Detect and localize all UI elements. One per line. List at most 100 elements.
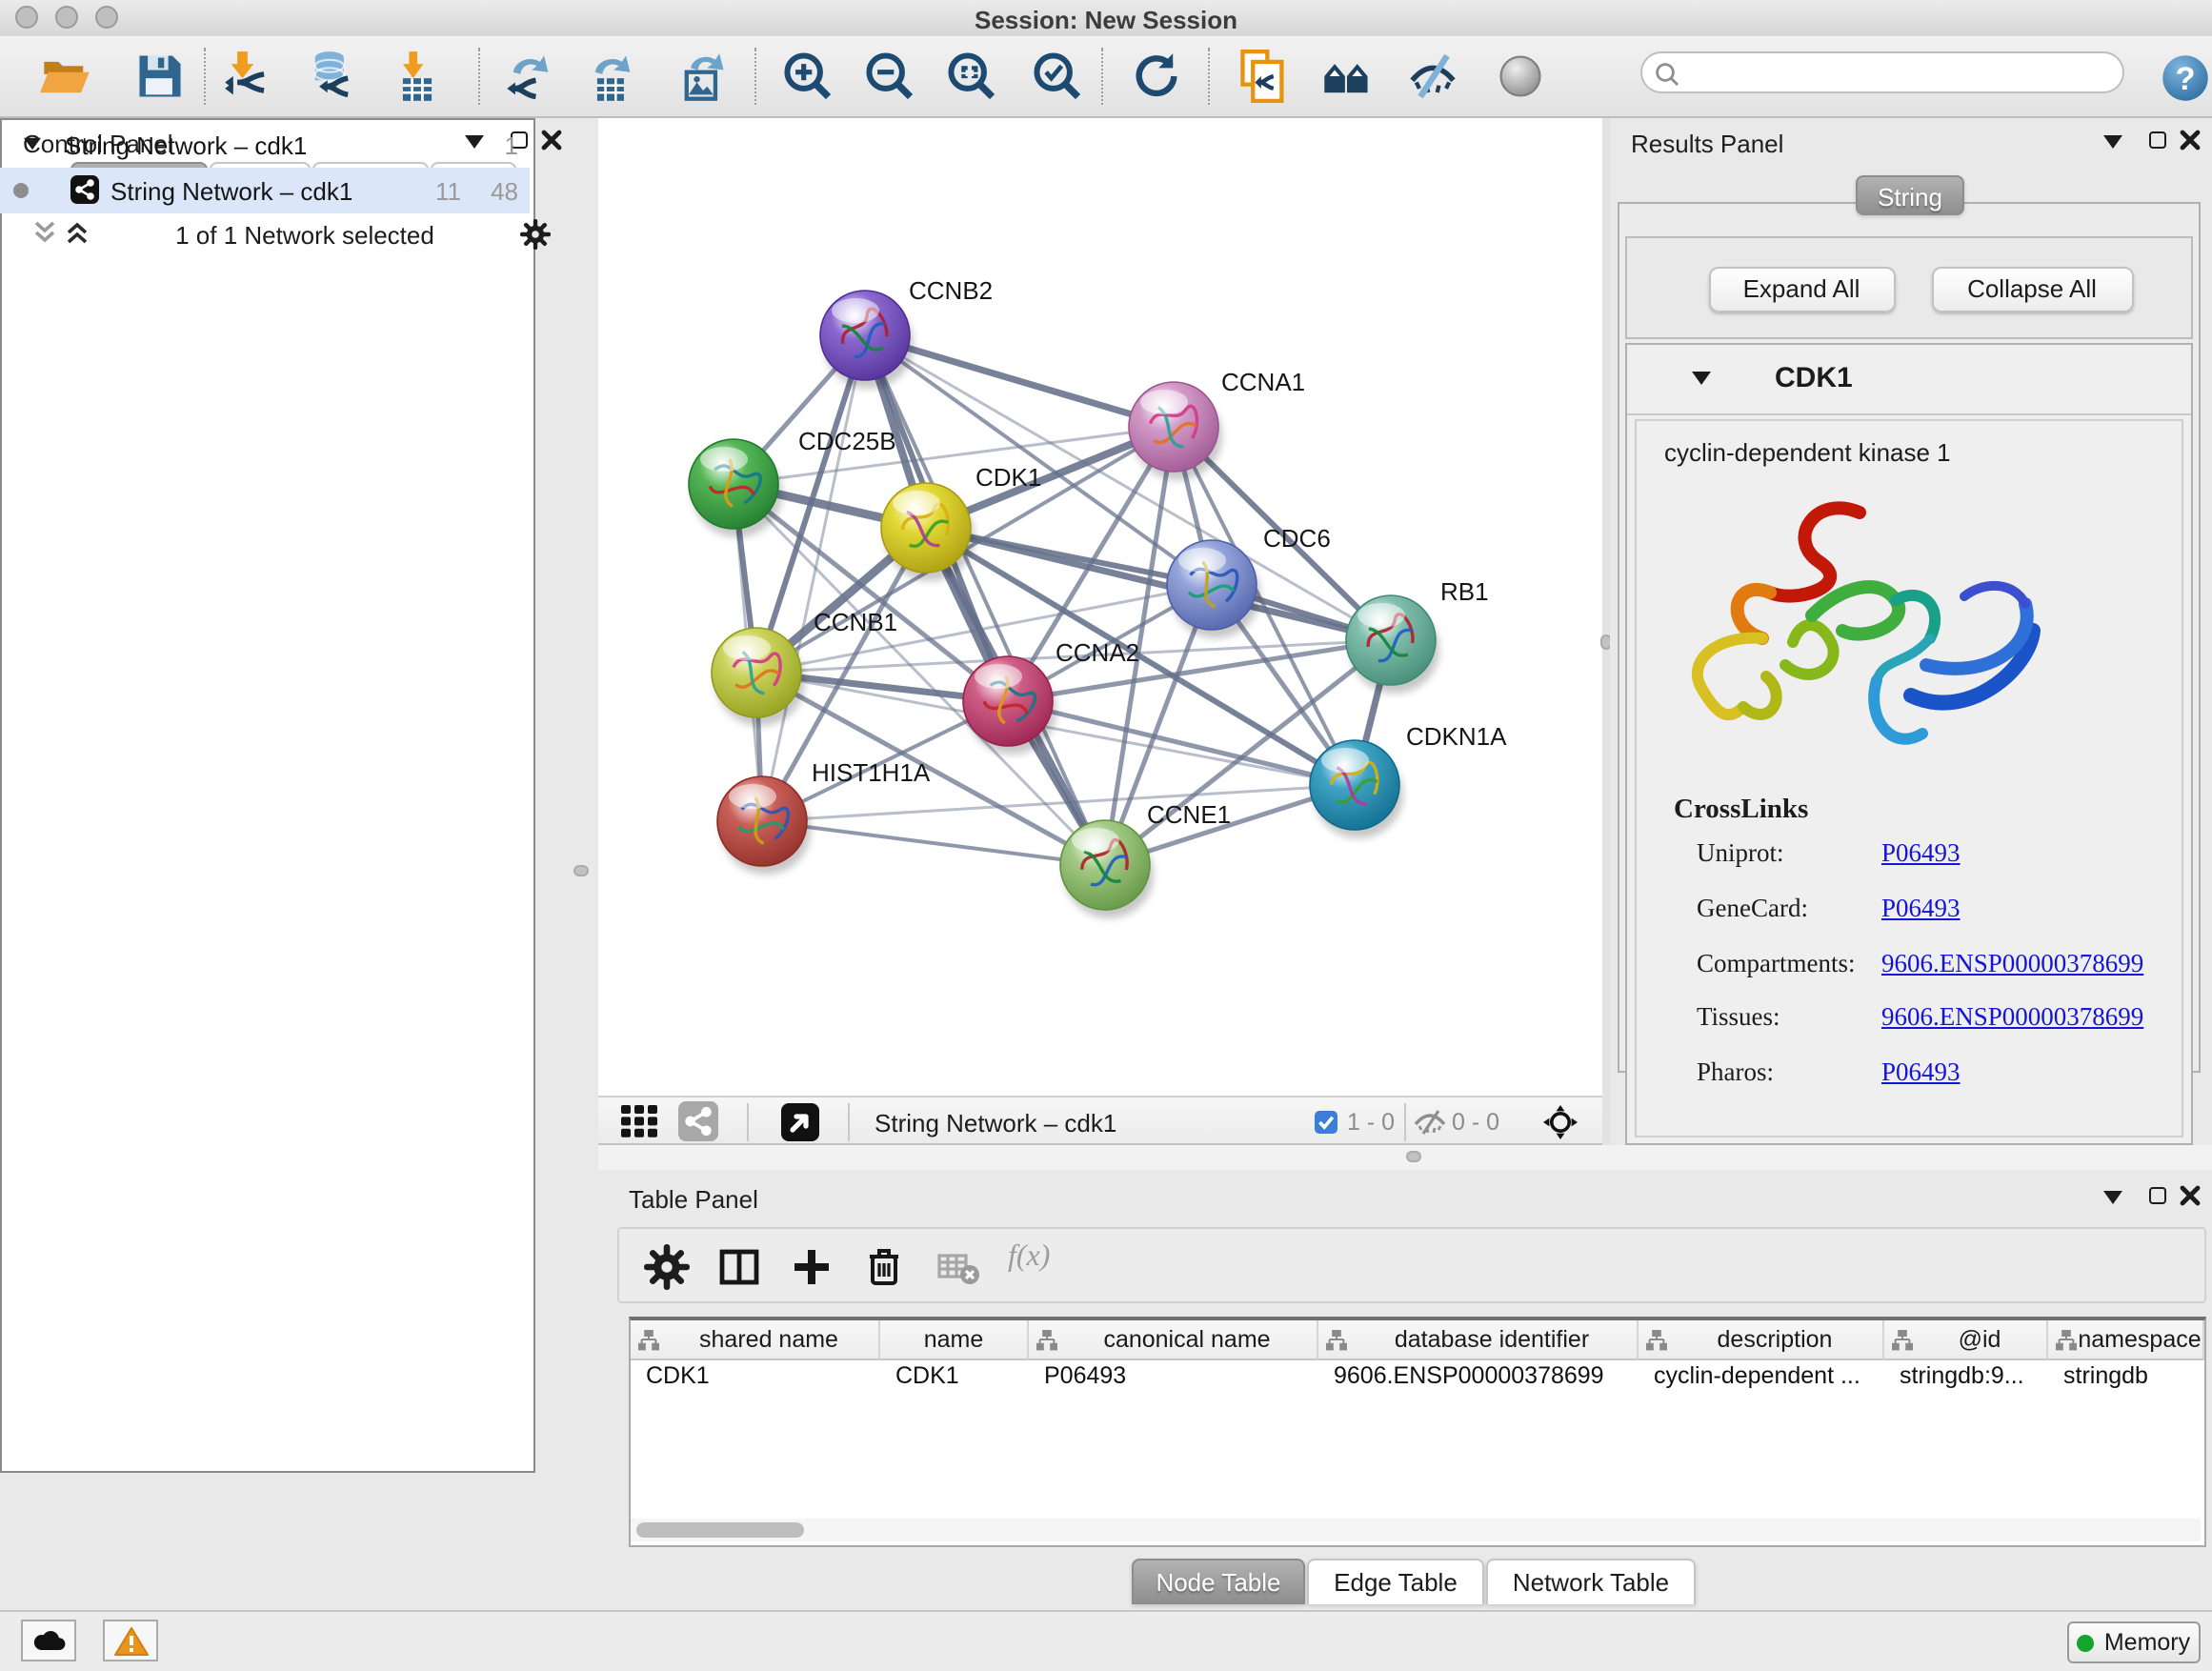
tab-network-table[interactable]: Network Table bbox=[1486, 1559, 1696, 1604]
viewbar-separator bbox=[848, 1103, 850, 1141]
gene-expand-icon[interactable] bbox=[1691, 372, 1710, 385]
node-table-header[interactable]: shared namenamecanonical namedatabase id… bbox=[631, 1320, 2204, 1360]
export-table-icon[interactable] bbox=[585, 50, 638, 103]
gene-section-body: cyclin-dependent kinase 1 bbox=[1634, 419, 2182, 1137]
crosslink-tissues-link[interactable]: 9606.ENSP00000378699 bbox=[1881, 1002, 2143, 1033]
table-cell[interactable]: stringdb:9... bbox=[1884, 1360, 2048, 1393]
add-column-icon[interactable] bbox=[789, 1244, 835, 1290]
tab-string[interactable]: String bbox=[1856, 175, 1964, 215]
control-panel-splitter[interactable] bbox=[564, 118, 598, 1610]
panel-float-icon[interactable] bbox=[2149, 1187, 2166, 1204]
panel-menu-icon[interactable] bbox=[2103, 135, 2122, 149]
panel-float-icon[interactable] bbox=[2149, 131, 2166, 149]
search-input[interactable] bbox=[1640, 51, 2124, 93]
zoom-in-icon[interactable] bbox=[781, 50, 835, 103]
column-header-shared-name[interactable]: shared name bbox=[631, 1320, 880, 1360]
main-toolbar: ? bbox=[0, 36, 2212, 118]
column-header-namespace[interactable]: namespace bbox=[2048, 1320, 2204, 1360]
tab-edge-table[interactable]: Edge Table bbox=[1307, 1559, 1484, 1604]
export-image-icon[interactable] bbox=[676, 50, 730, 103]
table-panel-splitter[interactable] bbox=[598, 1145, 2212, 1170]
table-cell[interactable]: P06493 bbox=[1029, 1360, 1318, 1393]
toolbar-separator bbox=[478, 48, 480, 105]
collapse-all-icon[interactable] bbox=[32, 219, 57, 246]
refresh-view-icon[interactable] bbox=[1130, 50, 1183, 103]
panel-close-icon[interactable] bbox=[2180, 130, 2201, 151]
node-table[interactable]: shared namenamecanonical namedatabase id… bbox=[629, 1317, 2206, 1547]
column-tree-icon bbox=[638, 1329, 659, 1350]
show-all-icon[interactable] bbox=[1494, 50, 1547, 103]
title-bar: Session: New Session bbox=[0, 0, 2212, 38]
save-session-icon[interactable] bbox=[133, 50, 187, 103]
expand-all-icon[interactable] bbox=[65, 219, 90, 246]
status-bar: Memory bbox=[0, 1610, 2212, 1671]
network-options-gear-icon[interactable] bbox=[520, 219, 551, 250]
collapse-all-button[interactable]: Collapse All bbox=[1931, 267, 2133, 312]
splitter-handle[interactable] bbox=[573, 865, 589, 876]
export-network-icon[interactable] bbox=[503, 50, 556, 103]
column-header-database-identifier[interactable]: database identifier bbox=[1318, 1320, 1639, 1360]
network-edge[interactable] bbox=[762, 821, 1105, 865]
warnings-button[interactable] bbox=[103, 1620, 158, 1661]
results-panel-title: Results Panel bbox=[1631, 130, 1783, 158]
view-network-name: String Network – cdk1 bbox=[875, 1109, 1116, 1137]
column-header--id[interactable]: @id bbox=[1884, 1320, 2048, 1360]
table-cell[interactable]: cyclin-dependent ... bbox=[1639, 1360, 1884, 1393]
table-row[interactable]: CDK1CDK1P064939606.ENSP00000378699cyclin… bbox=[631, 1360, 2204, 1393]
column-header-canonical-name[interactable]: canonical name bbox=[1029, 1320, 1318, 1360]
gene-section-header[interactable]: CDK1 bbox=[1626, 345, 2190, 415]
crosslink-label: Uniprot: bbox=[1697, 838, 1784, 869]
zoom-out-icon[interactable] bbox=[863, 50, 916, 103]
expand-all-button[interactable]: Expand All bbox=[1708, 267, 1895, 312]
help-icon[interactable]: ? bbox=[2159, 51, 2212, 105]
panel-close-icon[interactable] bbox=[541, 130, 562, 151]
crosslink-pharos-link[interactable]: P06493 bbox=[1881, 1057, 1961, 1088]
splitter-handle[interactable] bbox=[1406, 1151, 1421, 1162]
first-neighbors-icon[interactable] bbox=[1320, 50, 1374, 103]
network-row-selected[interactable]: String Network – cdk1 11 48 bbox=[0, 168, 530, 213]
collection-expand-icon[interactable] bbox=[24, 138, 41, 151]
network-collection-row[interactable]: String Network – cdk1 1 bbox=[0, 122, 530, 168]
results-panel-splitter[interactable] bbox=[1602, 118, 1610, 1145]
import-table-file-icon[interactable] bbox=[391, 50, 444, 103]
table-cell[interactable]: stringdb bbox=[2048, 1360, 2204, 1393]
zoom-selected-icon[interactable] bbox=[1031, 50, 1084, 103]
crosslink-genecard-link[interactable]: P06493 bbox=[1881, 894, 1961, 924]
crosslink-label: Compartments: bbox=[1697, 949, 1856, 979]
table-hscrollbar[interactable] bbox=[631, 1519, 2201, 1541]
pan-crosshair-icon[interactable] bbox=[1543, 1105, 1578, 1139]
hide-selection-icon[interactable] bbox=[1406, 50, 1459, 103]
open-session-icon[interactable] bbox=[40, 50, 93, 103]
zoom-fit-icon[interactable] bbox=[945, 50, 998, 103]
column-header-name[interactable]: name bbox=[880, 1320, 1029, 1360]
table-cell[interactable]: 9606.ENSP00000378699 bbox=[1318, 1360, 1639, 1393]
hscrollbar-thumb[interactable] bbox=[636, 1522, 804, 1538]
table-settings-gear-icon[interactable] bbox=[644, 1244, 690, 1290]
import-network-file-icon[interactable] bbox=[223, 50, 276, 103]
selected-checkbox-icon[interactable] bbox=[1315, 1111, 1337, 1134]
delete-column-icon[interactable] bbox=[861, 1244, 907, 1290]
memory-button[interactable]: Memory bbox=[2067, 1621, 2201, 1663]
gene-name: CDK1 bbox=[1775, 362, 1853, 394]
panel-close-icon[interactable] bbox=[2180, 1185, 2201, 1206]
network-badge-icon[interactable] bbox=[678, 1101, 718, 1141]
results-sections: CDK1 cyclin-dependent kinase 1 bbox=[1624, 343, 2192, 1145]
grid-view-icon[interactable] bbox=[621, 1105, 661, 1137]
show-columns-icon[interactable] bbox=[716, 1244, 762, 1290]
toolbar-separator bbox=[1208, 48, 1210, 105]
table-cell[interactable]: CDK1 bbox=[880, 1360, 1029, 1393]
cloud-button[interactable] bbox=[21, 1620, 76, 1661]
duplicate-network-icon[interactable] bbox=[1237, 50, 1290, 103]
network-graph[interactable]: CCNB2CCNA1CDC25BCDK1CDC6RB1CCNB1CCNA2CDK… bbox=[598, 118, 1602, 1096]
crosslink-uniprot-link[interactable]: P06493 bbox=[1881, 838, 1961, 869]
table-cell[interactable]: CDK1 bbox=[631, 1360, 880, 1393]
function-builder-button[interactable]: f(x) bbox=[1008, 1240, 1050, 1275]
panel-menu-icon[interactable] bbox=[2103, 1191, 2122, 1204]
import-network-database-icon[interactable] bbox=[305, 50, 358, 103]
birds-eye-view-icon[interactable] bbox=[781, 1103, 819, 1141]
network-canvas[interactable]: CCNB2CCNA1CDC25BCDK1CDC6RB1CCNB1CCNA2CDK… bbox=[598, 118, 1602, 1096]
tab-node-table[interactable]: Node Table bbox=[1132, 1559, 1305, 1604]
column-header-description[interactable]: description bbox=[1639, 1320, 1884, 1360]
memory-label: Memory bbox=[2104, 1629, 2190, 1656]
crosslink-compartments-link[interactable]: 9606.ENSP00000378699 bbox=[1881, 949, 2143, 979]
